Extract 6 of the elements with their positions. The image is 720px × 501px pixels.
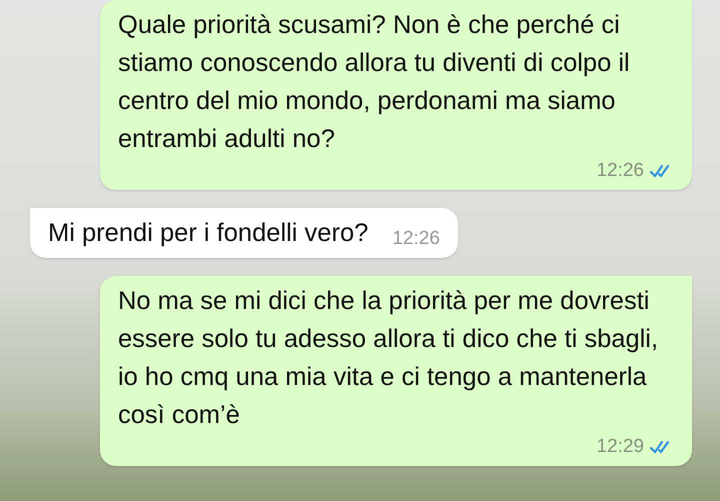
message-text: Quale priorità scusami? Non è che perché ci stiamo conoscendo allora tu diventi di colpo il centro del mio mondo, perdonami ma siamo entrambi adulti no? (118, 10, 631, 155)
message-text: No ma se mi dici che la priorità per me dovresti essere solo tu adesso allora ti dico che ti sbagli, io ho cmq una mia vita e ci tengo a mantenerla così com’è (118, 286, 660, 431)
message-time: 12:26 (392, 227, 440, 251)
message-time: 12:26 (596, 159, 644, 183)
message-time: 12:29 (596, 435, 644, 459)
message-text: Mi prendi per i fondelli vero? (48, 218, 368, 249)
